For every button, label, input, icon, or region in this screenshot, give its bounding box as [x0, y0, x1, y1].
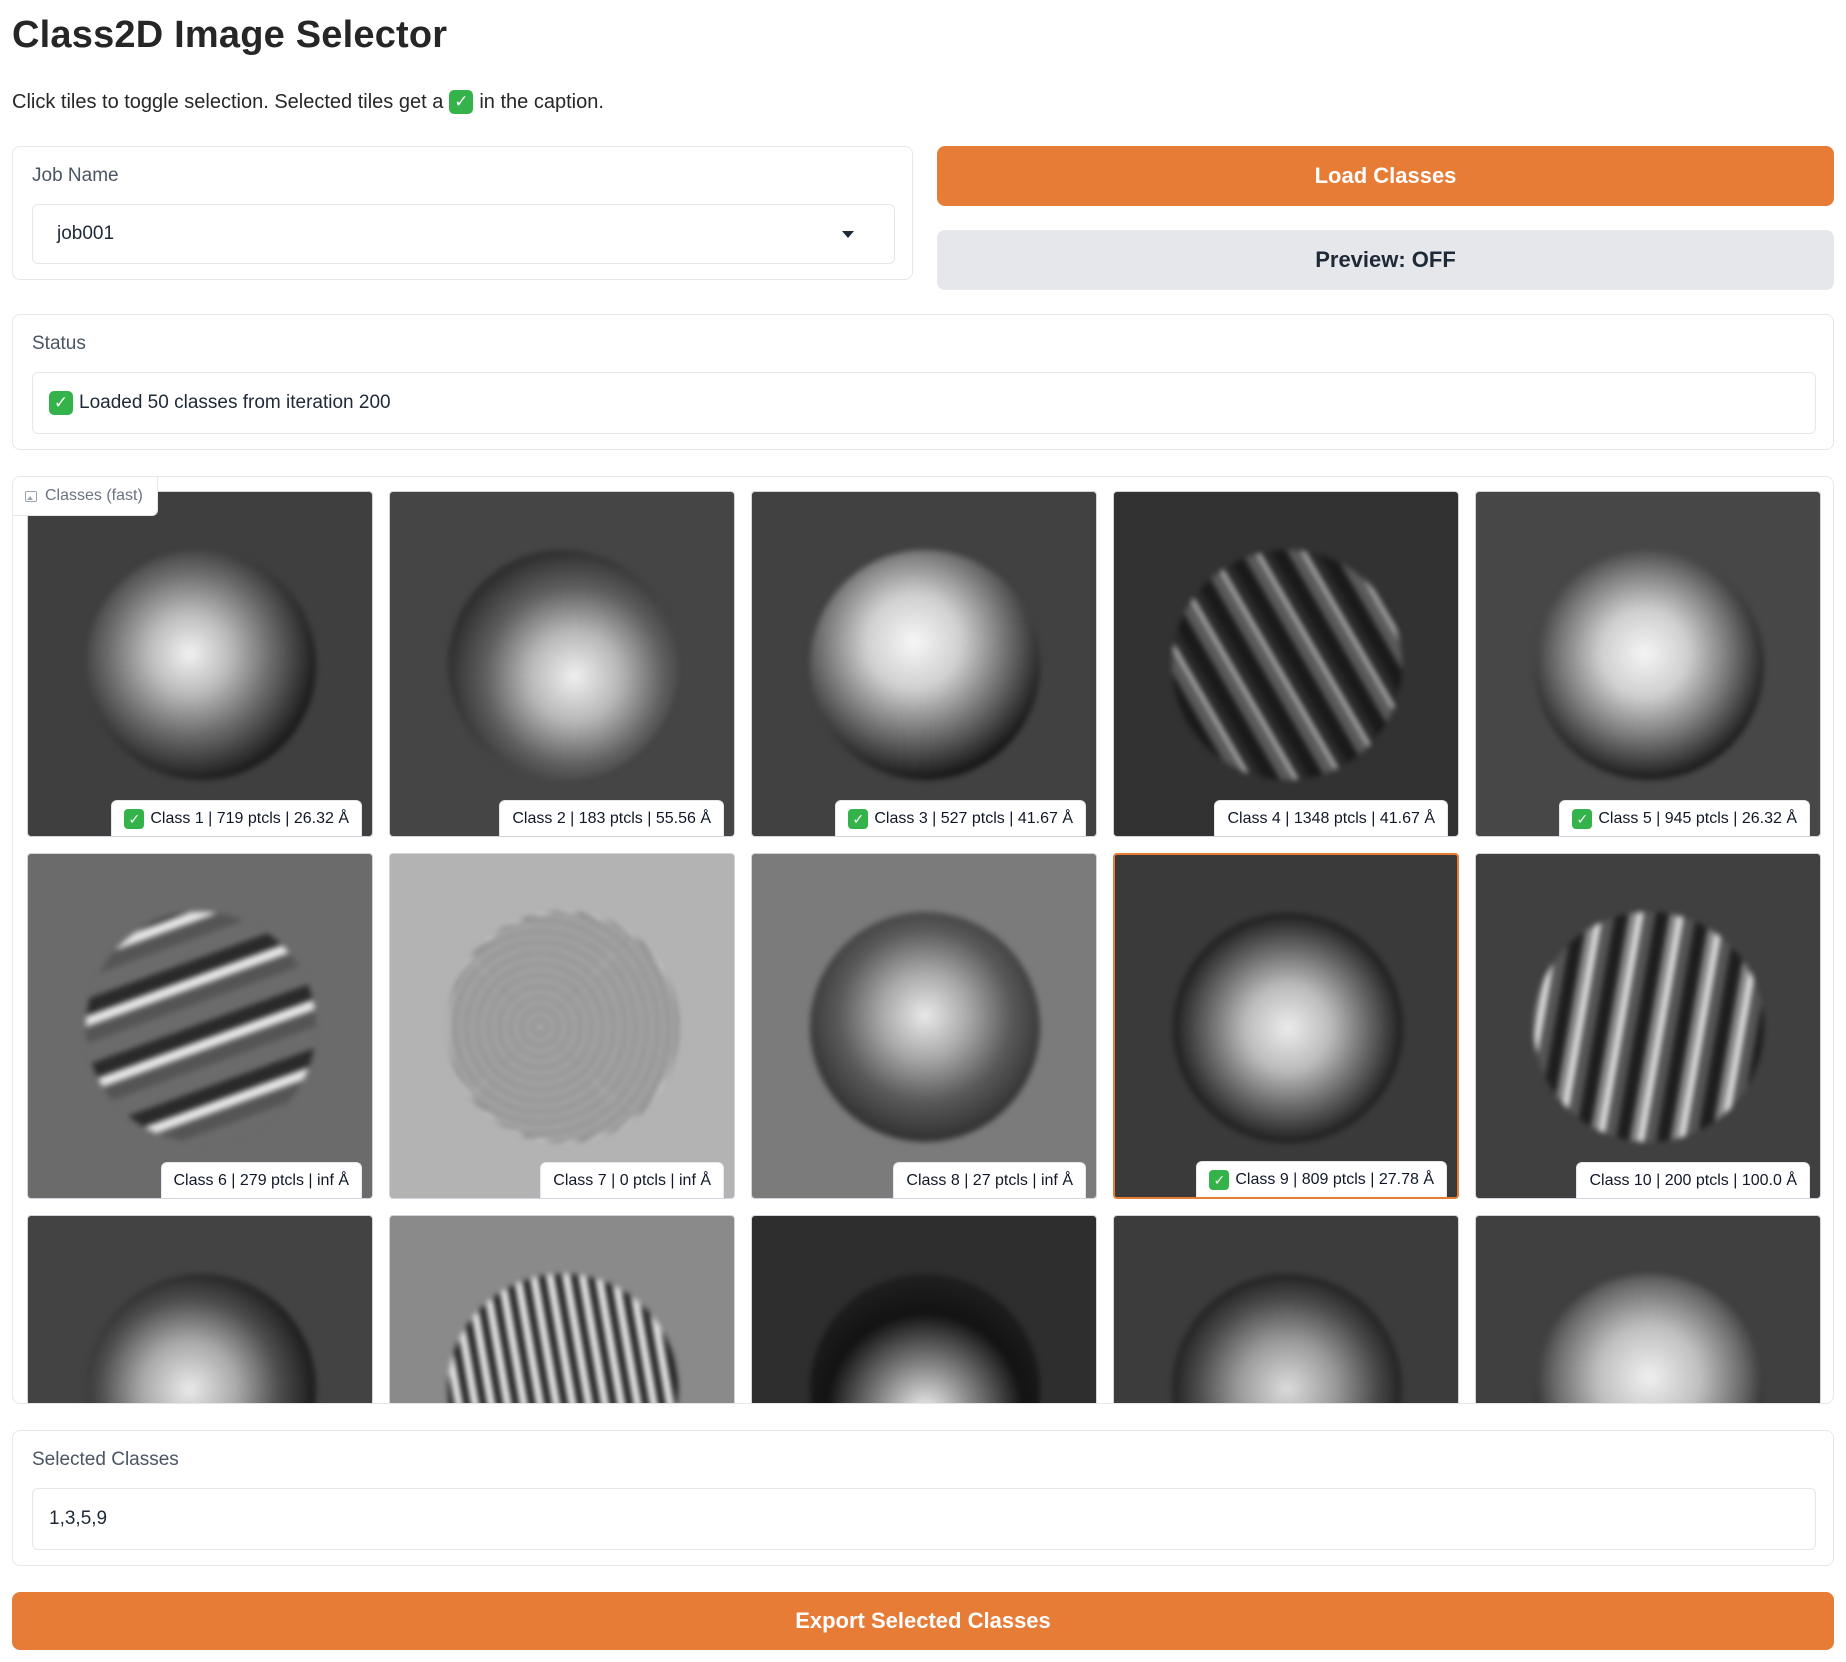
classes-gallery[interactable]: Classes (fast) ✓ Class 1 | 719 ptcls | 26…: [12, 476, 1834, 1404]
checkmark-icon: ✓: [848, 808, 869, 829]
class-tile[interactable]: Class 7 | 0 ptcls | inf Å: [389, 853, 735, 1199]
status-panel: Status ✓ Loaded 50 classes from iteratio…: [12, 314, 1834, 450]
class-tile[interactable]: [389, 1215, 735, 1403]
selected-classes-field[interactable]: 1,3,5,9: [32, 1488, 1816, 1550]
class-tile[interactable]: ✓ Class 5 | 945 ptcls | 26.32 Å: [1475, 491, 1821, 837]
tile-caption: Class 8 | 27 ptcls | inf Å: [893, 1162, 1086, 1198]
checkmark-icon: ✓: [1572, 808, 1593, 829]
export-selected-button[interactable]: Export Selected Classes: [12, 1592, 1834, 1650]
class-tile[interactable]: Class 2 | 183 ptcls | 55.56 Å: [389, 491, 735, 837]
load-classes-button[interactable]: Load Classes: [937, 146, 1834, 206]
chevron-down-icon: [842, 231, 854, 238]
job-name-panel: Job Name job001: [12, 146, 913, 280]
selected-classes-label: Selected Classes: [32, 1449, 179, 1470]
instructions: Click tiles to toggle selection. Selecte…: [12, 90, 604, 114]
class-average-image: [86, 550, 316, 780]
tile-caption: Class 4 | 1348 ptcls | 41.67 Å: [1214, 800, 1448, 836]
class-tile[interactable]: Class 10 | 200 ptcls | 100.0 Å: [1475, 853, 1821, 1199]
tile-caption: Class 2 | 183 ptcls | 55.56 Å: [499, 800, 724, 836]
checkmark-icon: ✓: [449, 90, 474, 114]
instructions-text-after: in the caption.: [479, 90, 604, 113]
status-message: Loaded 50 classes from iteration 200: [79, 392, 391, 413]
class-tile[interactable]: [1113, 1215, 1459, 1403]
class-average-image: [1534, 912, 1764, 1142]
gallery-label: Classes (fast): [13, 477, 158, 516]
class-tile[interactable]: Class 4 | 1348 ptcls | 41.67 Å: [1113, 491, 1459, 837]
class-average-image: [448, 550, 678, 780]
page-title: Class2D Image Selector: [12, 14, 448, 56]
tile-caption-text: Class 5 | 945 ptcls | 26.32 Å: [1598, 809, 1797, 827]
checkmark-icon: ✓: [49, 391, 73, 415]
class-average-image: [1534, 1274, 1764, 1403]
class-average-image: [448, 1274, 678, 1403]
instructions-text-before: Click tiles to toggle selection. Selecte…: [12, 90, 444, 113]
class-average-image: [86, 912, 316, 1142]
tile-caption-text: Class 6 | 279 ptcls | inf Å: [173, 1171, 350, 1189]
job-name-dropdown[interactable]: job001: [32, 204, 895, 264]
tile-caption: ✓ Class 5 | 945 ptcls | 26.32 Å: [1559, 800, 1810, 836]
class-average-image: [1172, 1274, 1402, 1403]
app-root: Class2D Image Selector Click tiles to to…: [0, 0, 1846, 1662]
class-tile[interactable]: Class 6 | 279 ptcls | inf Å: [27, 853, 373, 1199]
class-average-image: [1172, 550, 1402, 780]
tile-caption: ✓ Class 3 | 527 ptcls | 41.67 Å: [835, 800, 1086, 836]
tile-caption-text: Class 2 | 183 ptcls | 55.56 Å: [512, 809, 711, 827]
class-average-image: [810, 912, 1040, 1142]
tile-caption: Class 7 | 0 ptcls | inf Å: [540, 1162, 724, 1198]
class-tile[interactable]: ✓ Class 1 | 719 ptcls | 26.32 Å: [27, 491, 373, 837]
selected-classes-panel: Selected Classes 1,3,5,9: [12, 1430, 1834, 1566]
class-tile[interactable]: ✓ Class 9 | 809 ptcls | 27.78 Å: [1113, 853, 1459, 1199]
tile-caption-text: Class 8 | 27 ptcls | inf Å: [906, 1171, 1073, 1189]
class-tile[interactable]: Class 8 | 27 ptcls | inf Å: [751, 853, 1097, 1199]
class-average-image: [86, 1274, 316, 1403]
tile-caption-text: Class 1 | 719 ptcls | 26.32 Å: [150, 809, 349, 827]
tile-caption: Class 6 | 279 ptcls | inf Å: [160, 1162, 362, 1198]
class-average-image: [1173, 913, 1403, 1143]
tile-caption-text: Class 7 | 0 ptcls | inf Å: [553, 1171, 711, 1189]
image-icon: [25, 490, 37, 502]
class-tile[interactable]: [27, 1215, 373, 1403]
tile-caption-text: Class 9 | 809 ptcls | 27.78 Å: [1235, 1170, 1434, 1188]
gallery-label-text: Classes (fast): [45, 487, 143, 504]
tile-caption-text: Class 3 | 527 ptcls | 41.67 Å: [874, 809, 1073, 827]
tile-caption: Class 10 | 200 ptcls | 100.0 Å: [1576, 1162, 1810, 1198]
job-name-label: Job Name: [32, 165, 119, 186]
preview-toggle-button[interactable]: Preview: OFF: [937, 230, 1834, 290]
class-average-image: [810, 1274, 1040, 1403]
checkmark-icon: ✓: [124, 808, 145, 829]
class-average-image: [1534, 550, 1764, 780]
tile-caption-text: Class 10 | 200 ptcls | 100.0 Å: [1589, 1171, 1797, 1189]
class-tile[interactable]: [751, 1215, 1097, 1403]
class-tile[interactable]: ✓ Class 3 | 527 ptcls | 41.67 Å: [751, 491, 1097, 837]
checkmark-icon: ✓: [1209, 1169, 1230, 1190]
class-tile[interactable]: [1475, 1215, 1821, 1403]
status-label: Status: [32, 333, 86, 354]
selected-classes-value: 1,3,5,9: [49, 1508, 108, 1529]
status-field: ✓ Loaded 50 classes from iteration 200: [32, 372, 1816, 434]
tile-caption-text: Class 4 | 1348 ptcls | 41.67 Å: [1227, 809, 1435, 827]
class-average-image: [810, 550, 1040, 780]
tile-caption: ✓ Class 9 | 809 ptcls | 27.78 Å: [1196, 1161, 1447, 1197]
job-name-value: job001: [57, 223, 115, 244]
tile-caption: ✓ Class 1 | 719 ptcls | 26.32 Å: [111, 800, 362, 836]
class-average-image: [448, 912, 678, 1142]
